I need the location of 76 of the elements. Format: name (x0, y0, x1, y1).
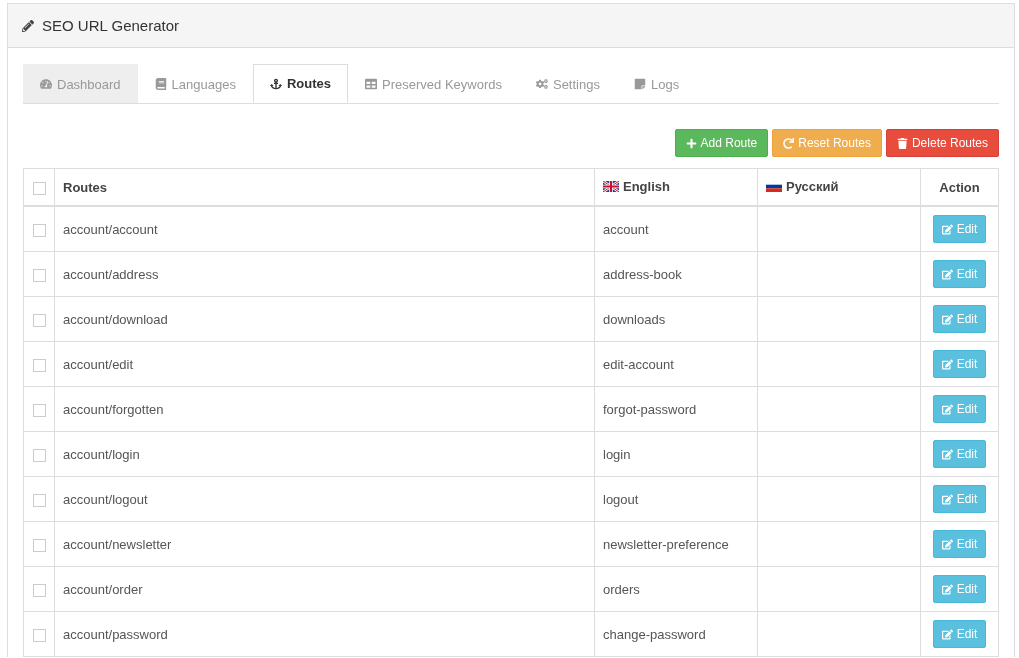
table-cell: account/order (63, 581, 143, 597)
edit-icon (941, 268, 953, 280)
edit-button[interactable]: Edit (932, 575, 987, 603)
edit-icon (941, 448, 953, 460)
edit-button[interactable]: Edit (932, 440, 987, 468)
table-cell: change-password (603, 626, 706, 642)
edit-button[interactable]: Edit (932, 260, 987, 288)
checkbox[interactable] (32, 313, 46, 327)
edit-icon (941, 403, 953, 415)
checkbox[interactable] (32, 628, 46, 642)
tab[interactable]: Preserved Keywords (348, 64, 519, 103)
table-cell: logout (603, 491, 639, 507)
table-cell: account/newsletter (63, 536, 172, 552)
tab[interactable]: Settings (518, 64, 617, 103)
edit-icon (941, 583, 953, 595)
book-icon (154, 78, 167, 90)
table-cell: account/address (63, 266, 159, 282)
table-cell: account/forgotten (63, 401, 164, 417)
tab[interactable]: Routes (252, 64, 348, 103)
table-cell: edit-account (603, 356, 674, 372)
note-icon (633, 78, 646, 90)
column-header: Русский (786, 179, 839, 194)
tab[interactable]: Languages (137, 64, 253, 103)
table-cell: account/login (63, 446, 140, 462)
edit-icon (941, 223, 953, 235)
table-cell: forgot-password (603, 401, 697, 417)
edit-button[interactable]: Edit (932, 350, 987, 378)
pencil-icon (22, 19, 34, 32)
add-button[interactable]: Add Route (674, 129, 769, 157)
checkbox[interactable] (32, 448, 46, 462)
checkbox[interactable] (32, 181, 46, 195)
panel-title: SEO URL Generator (42, 17, 179, 34)
checkbox[interactable] (32, 358, 46, 372)
trash-icon (896, 137, 908, 149)
anchor-icon (269, 77, 282, 90)
checkbox[interactable] (32, 583, 46, 597)
edit-icon (941, 358, 953, 370)
plus-icon (685, 137, 697, 149)
refresh-icon (783, 137, 795, 149)
edit-icon (941, 538, 953, 550)
checkbox[interactable] (32, 403, 46, 417)
table-cell: newsletter-preference (603, 536, 729, 552)
reset-button[interactable]: Reset Routes (772, 129, 882, 157)
edit-button[interactable]: Edit (932, 485, 987, 513)
table-cell: login (603, 446, 631, 462)
edit-icon (941, 313, 953, 325)
flag-icon (603, 181, 619, 192)
checkbox[interactable] (32, 538, 46, 552)
edit-icon (941, 493, 953, 505)
checkbox[interactable] (32, 268, 46, 282)
edit-button[interactable]: Edit (932, 305, 987, 333)
delete-button[interactable]: Delete Routes (885, 129, 999, 157)
edit-button[interactable]: Edit (932, 395, 987, 423)
table-cell: orders (603, 581, 640, 597)
table-cell: account/download (63, 311, 168, 327)
column-header: English (623, 179, 670, 194)
table-cell: address-book (603, 266, 682, 282)
checkbox[interactable] (32, 493, 46, 507)
checkbox[interactable] (32, 223, 46, 237)
tab[interactable]: Dashboard (23, 64, 138, 103)
edit-icon (941, 628, 953, 640)
column-header: Routes (63, 179, 108, 195)
edit-button[interactable]: Edit (932, 620, 987, 648)
table-cell: downloads (603, 311, 666, 327)
gears-icon (535, 78, 548, 90)
tab[interactable]: Logs (616, 64, 697, 103)
table-cell: account/logout (63, 491, 148, 507)
table-cell: account (603, 221, 649, 237)
table-icon (365, 78, 377, 90)
edit-button[interactable]: Edit (932, 530, 987, 558)
table-cell: account/edit (63, 356, 134, 372)
table-cell: account/password (63, 626, 168, 642)
gauge-icon (40, 78, 52, 90)
edit-button[interactable]: Edit (932, 215, 987, 243)
table-cell: account/account (63, 221, 158, 237)
column-header: Action (939, 179, 980, 195)
